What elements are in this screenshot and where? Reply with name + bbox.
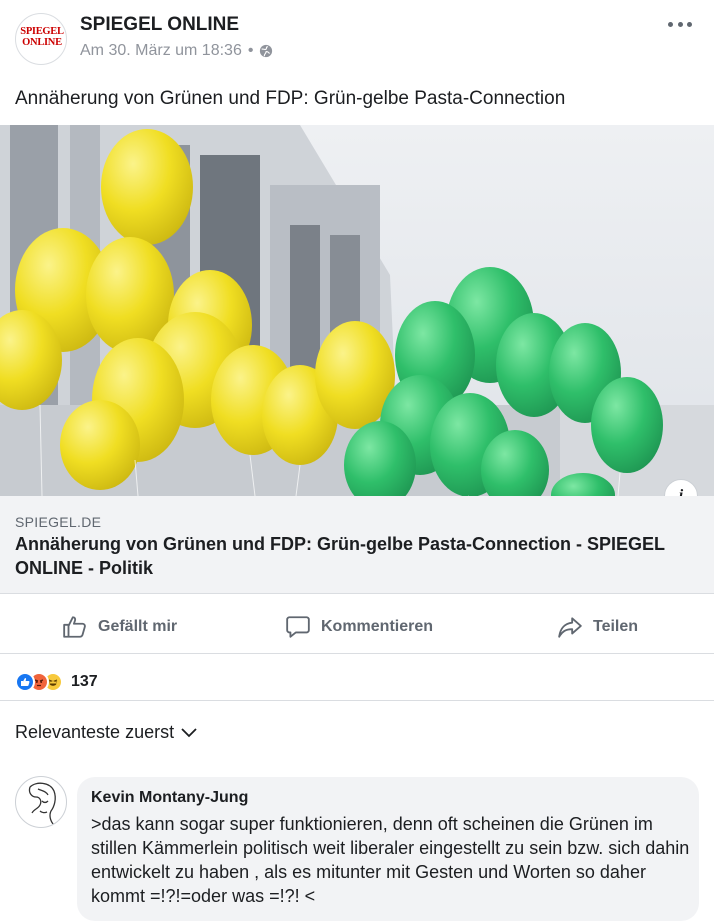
post-timestamp[interactable]: Am 30. März um 18:36: [80, 42, 242, 60]
page-name[interactable]: SPIEGEL ONLINE: [80, 14, 239, 36]
comment-button[interactable]: Kommentieren: [285, 610, 433, 644]
post-header: SPIEGEL ONLINE SPIEGEL ONLINE Am 30. März…: [0, 0, 714, 80]
post-text: Annäherung von Grünen und FDP: Grün-gelb…: [15, 88, 566, 109]
comment-label: Kommentieren: [321, 618, 434, 635]
more-dots-icon[interactable]: [668, 20, 692, 28]
globe-icon: [260, 44, 273, 58]
share-button[interactable]: Teilen: [557, 610, 638, 644]
comment-author[interactable]: Kevin Montany-Jung: [91, 789, 248, 807]
comment-sort-dropdown[interactable]: Relevanteste zuerst: [15, 722, 198, 743]
link-domain: SPIEGEL.DE: [15, 514, 102, 530]
chevron-down-icon: [181, 727, 197, 737]
comment-text: >das kann sogar super funktionieren, den…: [91, 814, 690, 906]
post-meta: Am 30. März um 18:36 •: [80, 42, 273, 60]
commenter-avatar[interactable]: [15, 776, 67, 828]
sketch-face-avatar: [28, 782, 56, 826]
comment-bubble: Kevin Montany-Jung >das kann sogar super…: [77, 777, 699, 921]
like-reaction-icon: [15, 672, 35, 692]
link-preview[interactable]: SPIEGEL.DE Annäherung von Grünen und FDP…: [0, 496, 714, 594]
reaction-count: 137: [71, 673, 98, 690]
share-arrow-icon: [558, 617, 582, 638]
divider: [0, 700, 714, 701]
page-avatar[interactable]: SPIEGEL ONLINE: [15, 13, 67, 65]
action-bar: Gefällt mir Kommentieren Teilen: [0, 600, 714, 654]
share-label: Teilen: [593, 618, 639, 635]
like-label: Gefällt mir: [98, 618, 178, 635]
sort-label: Relevanteste zuerst: [15, 722, 175, 742]
like-button[interactable]: Gefällt mir: [62, 610, 177, 644]
link-image[interactable]: [0, 125, 714, 496]
comment-icon: [286, 616, 310, 638]
spiegel-logo: SPIEGEL ONLINE: [20, 26, 64, 48]
balloons-photo: [0, 125, 714, 496]
reactions-summary[interactable]: 137: [15, 668, 98, 696]
link-title: Annäherung von Grünen und FDP: Grün-gelb…: [15, 534, 665, 578]
thumbs-up-icon: [63, 616, 86, 638]
meta-separator: •: [247, 42, 254, 59]
